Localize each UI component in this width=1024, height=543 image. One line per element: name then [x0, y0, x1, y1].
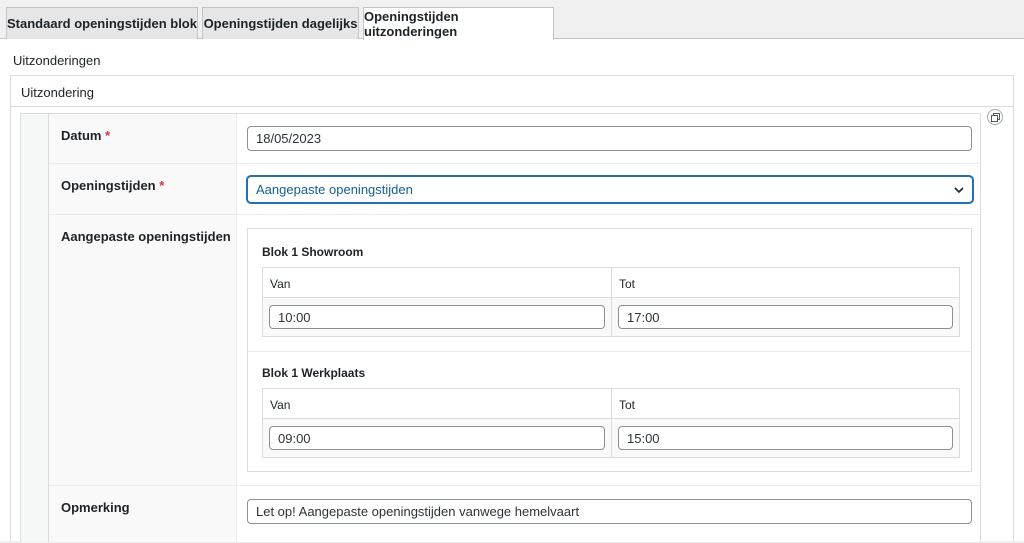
block-table-body: 10:00 17:00 [263, 298, 959, 336]
label-text: Aangepaste openingstijden [61, 229, 231, 244]
block-table-header: Van Tot [263, 389, 959, 419]
tab-openingstijden-uitzonderingen[interactable]: Openingstijden uitzonderingen [363, 7, 554, 40]
block-separator [248, 351, 971, 352]
input-value: 10:00 [278, 309, 311, 325]
repeater-row: Datum * 18/05/2023 Openingstijden * Aang… [20, 113, 981, 543]
required-marker: * [159, 178, 165, 193]
block-title-werkplaats: Blok 1 Werkplaats [262, 366, 366, 380]
chevron-down-icon [954, 187, 964, 194]
input-value: 17:00 [627, 309, 660, 325]
tab-openingstijden-dagelijks[interactable]: Openingstijden dagelijks [202, 7, 359, 39]
duplicate-icon[interactable] [987, 109, 1003, 125]
duplicate-icon-glyph [990, 112, 1000, 122]
box-title: Uitzondering [11, 76, 1013, 107]
field-label-aangepaste-openingstijden: Aangepaste openingstijden [49, 215, 237, 485]
field-label-datum: Datum * [49, 114, 237, 163]
column-header-tot: Tot [619, 277, 636, 291]
opening-blocks-group: Blok 1 Showroom Van Tot 10:00 17:00 Blok… [247, 228, 972, 472]
exception-box: Uitzondering Datum * 18/05/2023 Openings… [10, 75, 1014, 543]
label-text: Openingstijden [61, 178, 156, 193]
werkplaats-van-input[interactable]: 09:00 [269, 426, 605, 450]
label-text: Opmerking [61, 500, 130, 515]
column-divider [611, 298, 612, 336]
tab-label: Openingstijden dagelijks [203, 16, 358, 31]
label-text: Datum [61, 128, 102, 143]
showroom-tot-input[interactable]: 17:00 [618, 305, 953, 329]
werkplaats-tot-input[interactable]: 15:00 [618, 426, 953, 450]
column-divider [611, 419, 612, 457]
column-header-tot: Tot [619, 398, 636, 412]
block-title-showroom: Blok 1 Showroom [262, 245, 364, 259]
tab-bar: Standaard openingstijden blok Openingsti… [0, 0, 1024, 40]
field-label-openingstijden: Openingstijden * [49, 164, 237, 214]
field-row-opmerking: Opmerking Let op! Aangepaste openingstij… [49, 486, 980, 543]
block-table-body: 09:00 15:00 [263, 419, 959, 457]
block-table-werkplaats: Van Tot 09:00 15:00 [262, 388, 960, 458]
field-row-aangepaste-openingstijden: Aangepaste openingstijden Blok 1 Showroo… [49, 215, 980, 486]
required-marker: * [105, 128, 111, 143]
tab-label: Openingstijden uitzonderingen [364, 9, 459, 39]
field-label-opmerking: Opmerking [49, 486, 237, 542]
column-divider [611, 268, 612, 297]
block-table-showroom: Van Tot 10:00 17:00 [262, 267, 960, 337]
openingstijden-select[interactable]: Aangepaste openingstijden [247, 176, 973, 203]
tab-label: Standaard openingstijden blok [7, 16, 197, 31]
showroom-van-input[interactable]: 10:00 [269, 305, 605, 329]
select-value: Aangepaste openingstijden [256, 182, 413, 197]
column-header-van: Van [270, 277, 291, 291]
datum-value: 18/05/2023 [256, 131, 322, 146]
opmerking-input[interactable]: Let op! Aangepaste openingstijden vanweg… [247, 499, 972, 524]
tab-panel: Uitzonderingen Uitzondering Datum * 18/0… [0, 39, 1024, 543]
field-row-datum: Datum * 18/05/2023 [49, 114, 980, 164]
input-value: 09:00 [278, 430, 311, 446]
input-value: 15:00 [627, 430, 660, 446]
drag-handle[interactable] [21, 114, 49, 542]
tab-standaard-openingstijden-blok[interactable]: Standaard openingstijden blok [6, 7, 198, 39]
section-title: Uitzonderingen [13, 53, 101, 68]
datum-input[interactable]: 18/05/2023 [247, 126, 972, 151]
block-table-header: Van Tot [263, 268, 959, 298]
opmerking-value: Let op! Aangepaste openingstijden vanweg… [256, 504, 580, 519]
column-divider [611, 389, 612, 418]
column-header-van: Van [270, 398, 291, 412]
field-row-openingstijden: Openingstijden * Aangepaste openingstijd… [49, 164, 980, 215]
